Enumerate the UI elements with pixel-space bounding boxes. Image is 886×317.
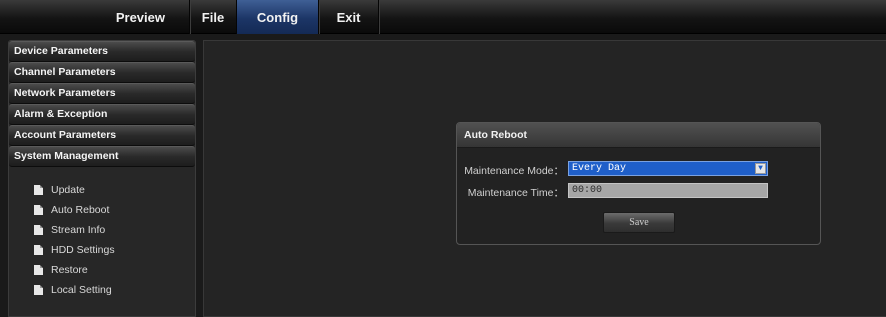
auto-reboot-panel: Auto Reboot Maintenance Mode： Every Day … (456, 122, 821, 245)
sidebar-item-label: Update (51, 184, 85, 196)
maintenance-time-label: Maintenance Time： (467, 187, 564, 199)
sidebar-section-channel-parameters[interactable]: Channel Parameters (9, 62, 195, 83)
sidebar-item-label: Auto Reboot (51, 204, 110, 216)
document-icon (34, 245, 43, 255)
sidebar-item-restore[interactable]: Restore (9, 260, 195, 280)
sidebar-item-label: HDD Settings (51, 244, 115, 256)
sidebar-item-label: Local Setting (51, 284, 112, 296)
tab-exit[interactable]: Exit (319, 0, 379, 34)
main-content: Auto Reboot Maintenance Mode： Every Day … (203, 40, 886, 317)
save-button[interactable]: Save (603, 212, 675, 233)
sidebar-item-label: Stream Info (51, 224, 106, 236)
sidebar: Device Parameters Channel Parameters Net… (8, 40, 196, 317)
maintenance-mode-value: Every Day (572, 163, 627, 174)
sidebar-item-auto-reboot[interactable]: Auto Reboot (9, 200, 195, 220)
sidebar-section-network-parameters[interactable]: Network Parameters (9, 83, 195, 104)
maintenance-mode-label: Maintenance Mode： (464, 165, 564, 177)
document-icon (34, 225, 43, 235)
document-icon (34, 205, 43, 215)
system-management-submenu: Update Auto Reboot Stream Info HDD Setti… (9, 167, 195, 300)
sidebar-section-device-parameters[interactable]: Device Parameters (9, 41, 195, 62)
maintenance-mode-select[interactable]: Every Day ▼ (568, 161, 768, 176)
maintenance-time-input[interactable]: 00:00 (568, 183, 768, 198)
chevron-down-icon[interactable]: ▼ (755, 163, 766, 174)
tab-config[interactable]: Config (237, 0, 319, 34)
tab-preview[interactable]: Preview (60, 0, 190, 34)
sidebar-section-system-management[interactable]: System Management (9, 146, 195, 167)
sidebar-section-alarm-exception[interactable]: Alarm & Exception (9, 104, 195, 125)
sidebar-item-stream-info[interactable]: Stream Info (9, 220, 195, 240)
sidebar-section-account-parameters[interactable]: Account Parameters (9, 125, 195, 146)
panel-title: Auto Reboot (457, 123, 820, 148)
sidebar-item-label: Restore (51, 264, 88, 276)
sidebar-item-local-setting[interactable]: Local Setting (9, 280, 195, 300)
document-icon (34, 265, 43, 275)
document-icon (34, 285, 43, 295)
tab-file[interactable]: File (190, 0, 237, 34)
top-nav-bar: Preview File Config Exit (0, 0, 886, 34)
document-icon (34, 185, 43, 195)
sidebar-item-hdd-settings[interactable]: HDD Settings (9, 240, 195, 260)
sidebar-item-update[interactable]: Update (9, 180, 195, 200)
